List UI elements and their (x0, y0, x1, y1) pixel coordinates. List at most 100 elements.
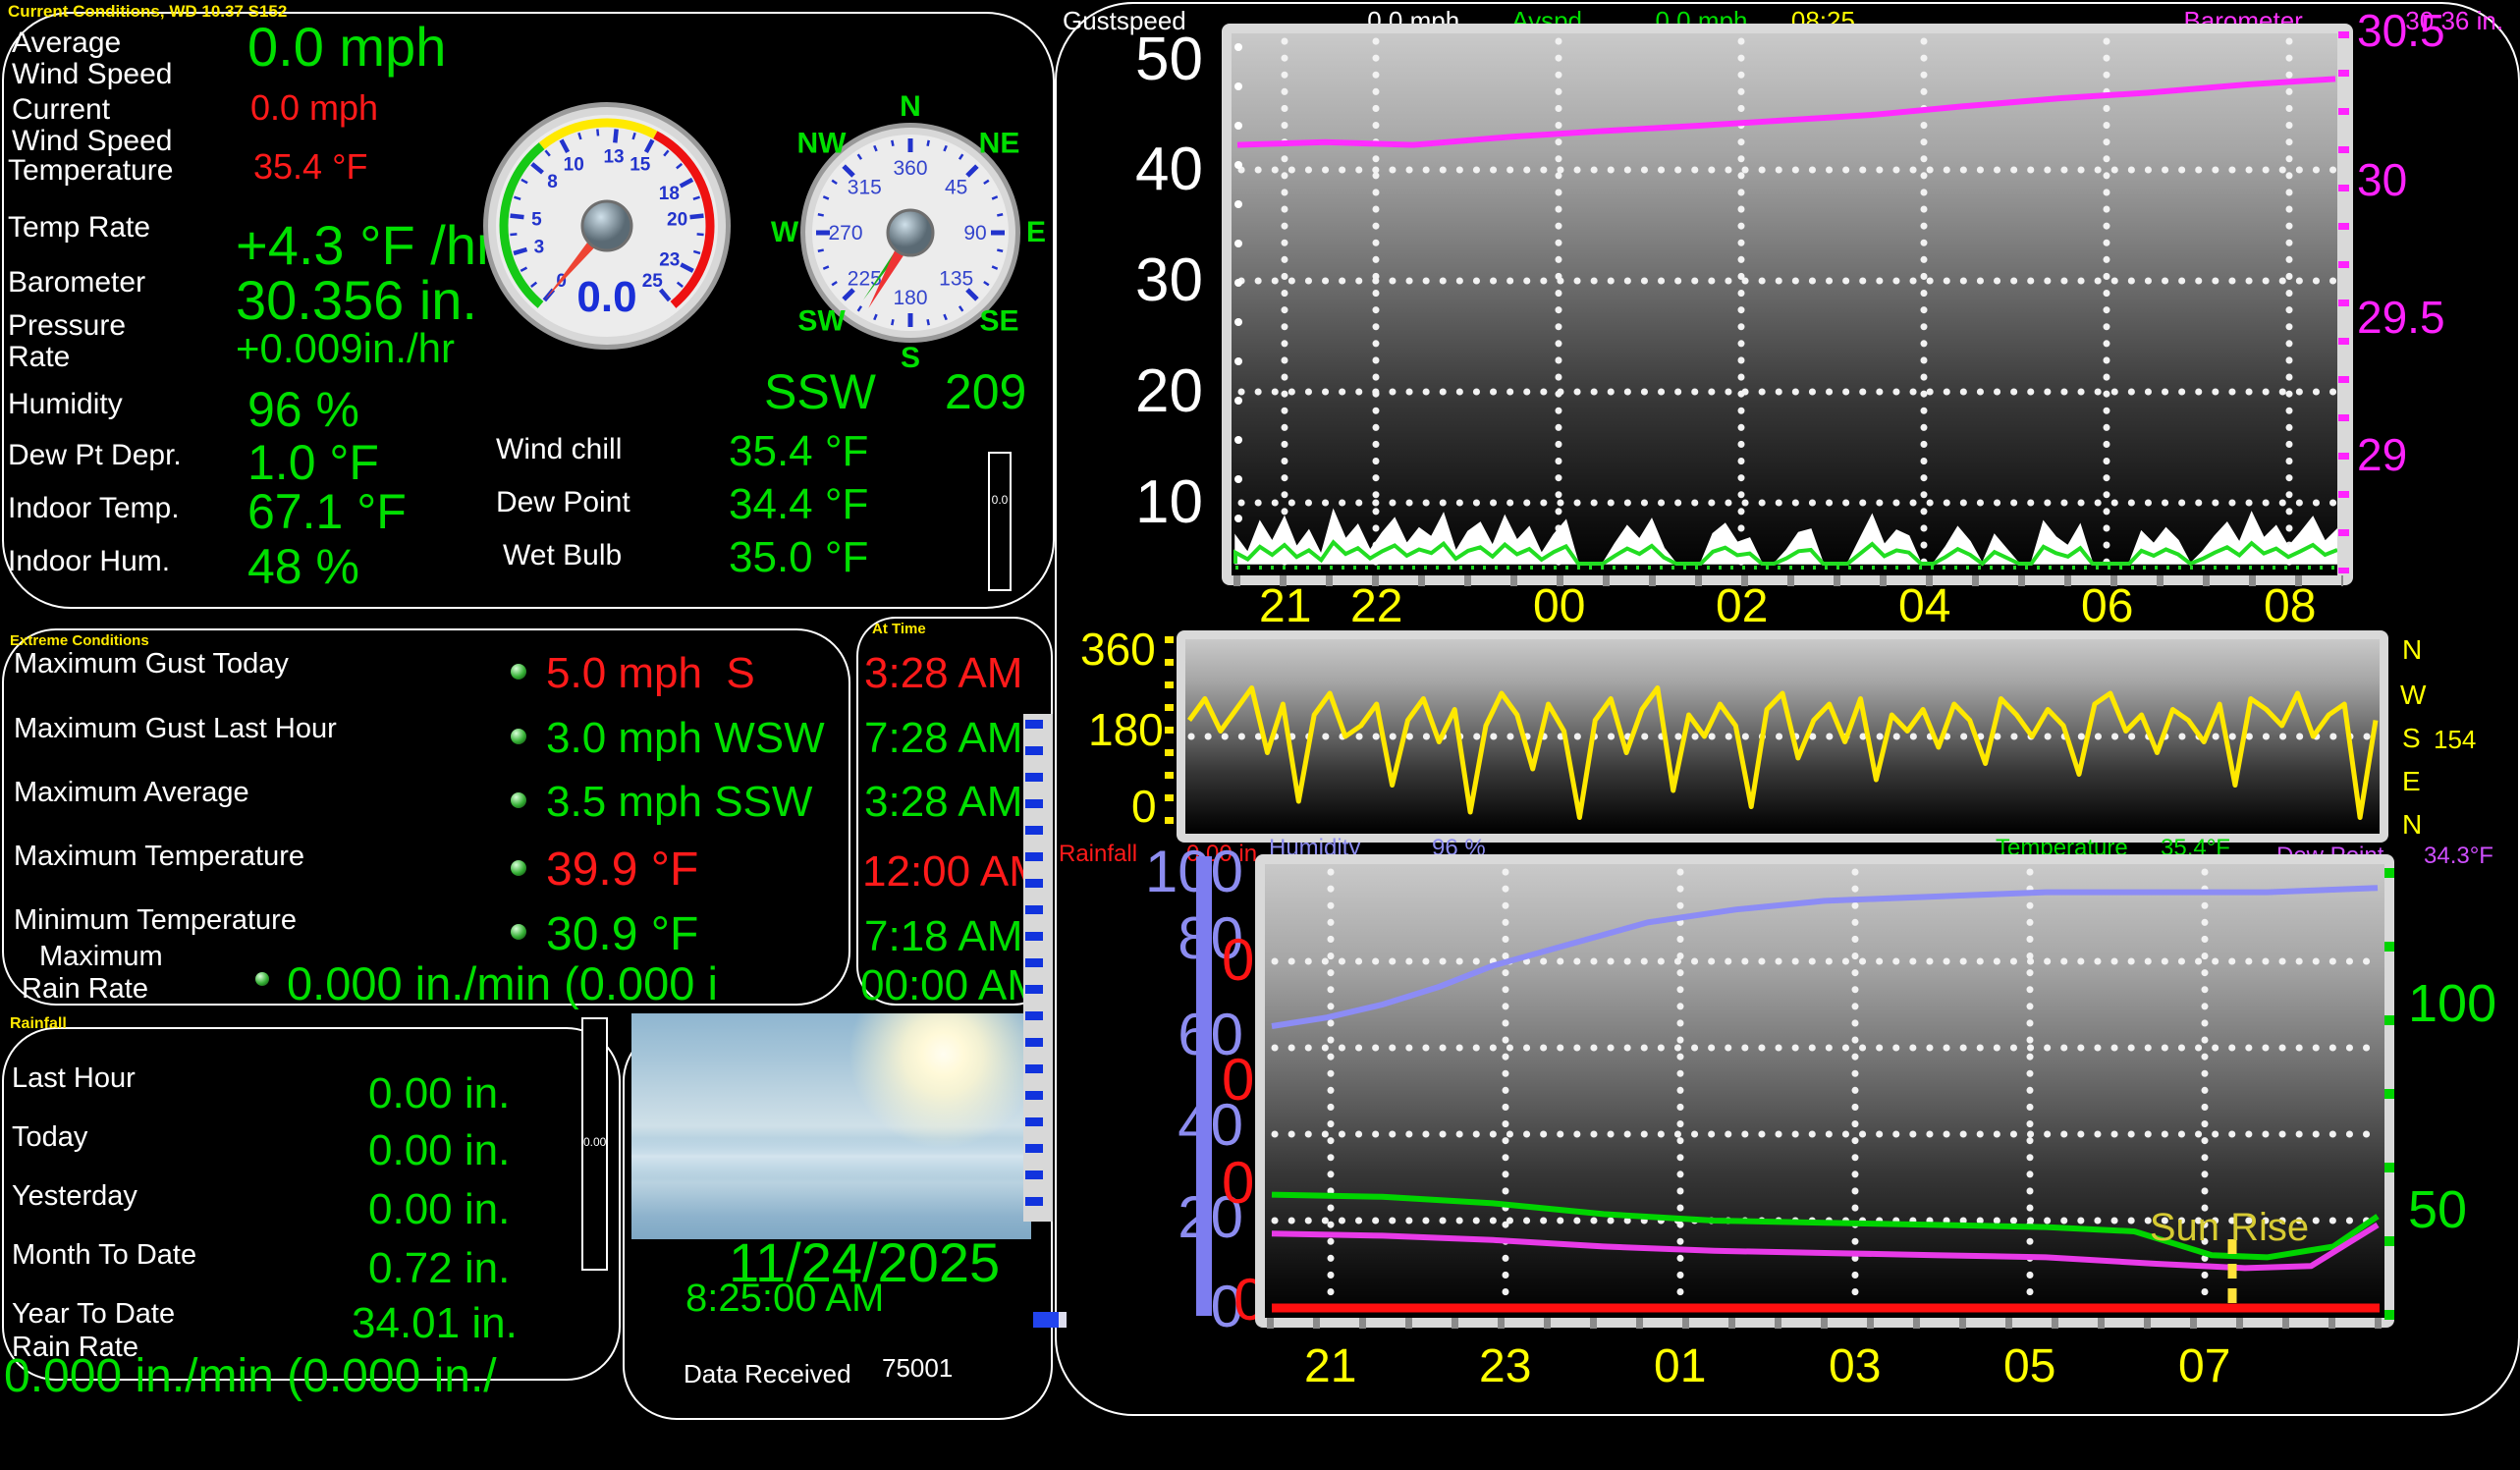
wind-chill-label: Wind chill (496, 434, 622, 465)
status-led (511, 729, 526, 744)
humidity-axis-label: 0 (1125, 1278, 1243, 1336)
rain-row-value: 0.00 in. (368, 1072, 510, 1116)
svg-text:135: 135 (939, 268, 973, 291)
extreme-row-time: 12:00 AM (862, 850, 1045, 894)
wind-right-label: S (2402, 723, 2421, 754)
rain-row-value: 0.00 in. (368, 1129, 510, 1172)
x-axis-label: 05 (2003, 1343, 2055, 1390)
wind-right-label: W (2400, 680, 2426, 711)
extreme-row-value: 5.0 mph S (546, 652, 755, 695)
temp-axis-right-label: 50 (2408, 1183, 2467, 1236)
svg-text:270: 270 (828, 222, 862, 245)
rain-row-label: Month To Date (12, 1239, 196, 1272)
half-hour-ticks (1233, 575, 2343, 586)
svg-text:SW: SW (797, 305, 846, 338)
barometer-label: Barometer (8, 267, 145, 299)
current-wind-speed-label: CurrentWind Speed (12, 94, 172, 156)
wind-direction-compass: 3604590135180225270315NNEESESSWWNW (768, 90, 1053, 375)
rain-row-value: 34.01 in. (352, 1302, 518, 1345)
dew-point-label: Dew Point (496, 487, 630, 518)
indoor-hum-value: 48 % (247, 542, 359, 591)
svg-text:20: 20 (667, 209, 687, 230)
wind-tick-marks (1165, 636, 1174, 837)
extreme-row-time: 7:18 AM (864, 915, 1022, 958)
data-received-count: 75001 (882, 1353, 953, 1384)
baro-tick-marks (2338, 31, 2349, 573)
wet-bulb-value: 35.0 °F (729, 536, 868, 579)
y-axis-label: 30 (1085, 250, 1203, 311)
wind-y-label: 180 (1088, 707, 1164, 752)
svg-text:E: E (1026, 216, 1046, 248)
wind-right-label: N (2402, 634, 2422, 666)
avg-wind-speed-label: AverageWind Speed (12, 27, 172, 89)
status-led (511, 664, 526, 680)
svg-text:W: W (771, 216, 799, 248)
weather-display-dashboard: Current Conditions, WD 10.37 S152 Extrem… (0, 0, 2520, 1470)
svg-text:90: 90 (963, 222, 986, 245)
svg-text:15: 15 (630, 154, 651, 175)
extreme-row-value: 3.0 mph WSW (546, 717, 825, 760)
status-led (511, 792, 526, 808)
green-dot-column (2384, 868, 2394, 1320)
dew-pt-depr-label: Dew Pt Depr. (8, 440, 182, 471)
y-axis-right-label: 30 (2357, 157, 2407, 202)
legend-dewpoint-value: 34.3°F (2424, 843, 2493, 870)
y-axis-right-label: 30.5 (2357, 8, 2445, 53)
wind-y-label: 0 (1131, 784, 1157, 829)
extreme-row-time: 3:28 AM (864, 781, 1022, 824)
y-axis-label: 50 (1085, 29, 1203, 90)
at-time-title: At Time (872, 621, 926, 637)
extreme-rain-rate-value: 0.000 in./min (0.000 i (287, 960, 718, 1007)
wind-direction-plot (1177, 630, 2388, 843)
y-axis-right-label: 29.5 (2357, 295, 2445, 340)
svg-text:360: 360 (893, 157, 927, 180)
humidity-axis-bar (1196, 856, 1212, 1316)
svg-text:23: 23 (659, 249, 680, 270)
indoor-hum-label: Indoor Hum. (8, 546, 170, 577)
svg-text:45: 45 (945, 176, 967, 198)
x-axis-label: 21 (1304, 1343, 1356, 1390)
indoor-temp-value: 67.1 °F (247, 487, 407, 536)
svg-text:3: 3 (534, 237, 545, 257)
temp-axis-right-label: 100 (2408, 977, 2496, 1030)
sky-photo (631, 1013, 1031, 1239)
x-axis-label: 23 (1479, 1343, 1531, 1390)
x-axis-label: 01 (1654, 1343, 1706, 1390)
wind-right-value: 154 (2434, 725, 2476, 755)
extreme-conditions-title: Extreme Conditions (10, 632, 149, 649)
x-axis-label: 03 (1829, 1343, 1881, 1390)
data-received-label: Data Received (684, 1359, 851, 1389)
svg-text:315: 315 (848, 176, 882, 198)
extreme-row-value: 30.9 °F (546, 911, 698, 958)
extreme-row-label: Maximum Gust Today (14, 648, 289, 681)
wind-y-label: 360 (1080, 626, 1156, 672)
current-wind-speed-value: 0.0 mph (250, 90, 378, 126)
temp-rate-value: +4.3 °F /hr (236, 218, 495, 273)
humidity-value: 96 % (247, 385, 359, 434)
extreme-row-label: Maximum Gust Last Hour (14, 713, 337, 745)
rain-row-label: Today (12, 1121, 87, 1154)
wind-chill-value: 35.4 °F (729, 430, 868, 473)
dew-pt-depr-value: 1.0 °F (247, 438, 379, 487)
extreme-row-value: 39.9 °F (546, 846, 698, 894)
svg-text:225: 225 (848, 268, 882, 291)
svg-text:N: N (900, 90, 921, 123)
extreme-row-time: 7:28 AM (864, 717, 1022, 760)
wind-speed-gauge-value: 0.0 (479, 273, 735, 322)
y-axis-label: 10 (1085, 472, 1203, 533)
gust-baro-plot (1222, 24, 2353, 585)
status-led (255, 972, 269, 986)
extreme-rain-rate-time: 00:00 AM (860, 964, 1043, 1007)
rain-scale-ticks (1025, 720, 1043, 1216)
wind-right-label: N (2402, 809, 2422, 841)
status-led (511, 860, 526, 876)
avg-wind-speed-value: 0.0 mph (247, 20, 446, 75)
comms-indicator (1033, 1312, 1067, 1328)
rain-row-label: Yesterday (12, 1180, 137, 1213)
x-axis-label: 21 (1259, 583, 1311, 630)
temp-rate-label: Temp Rate (8, 212, 150, 244)
x-axis-label: 22 (1350, 583, 1402, 630)
x-axis-label: 04 (1898, 583, 1950, 630)
humidity-axis-label: 100 (1125, 843, 1243, 901)
wind-chill-trend-value: 0.0 (992, 493, 1009, 507)
